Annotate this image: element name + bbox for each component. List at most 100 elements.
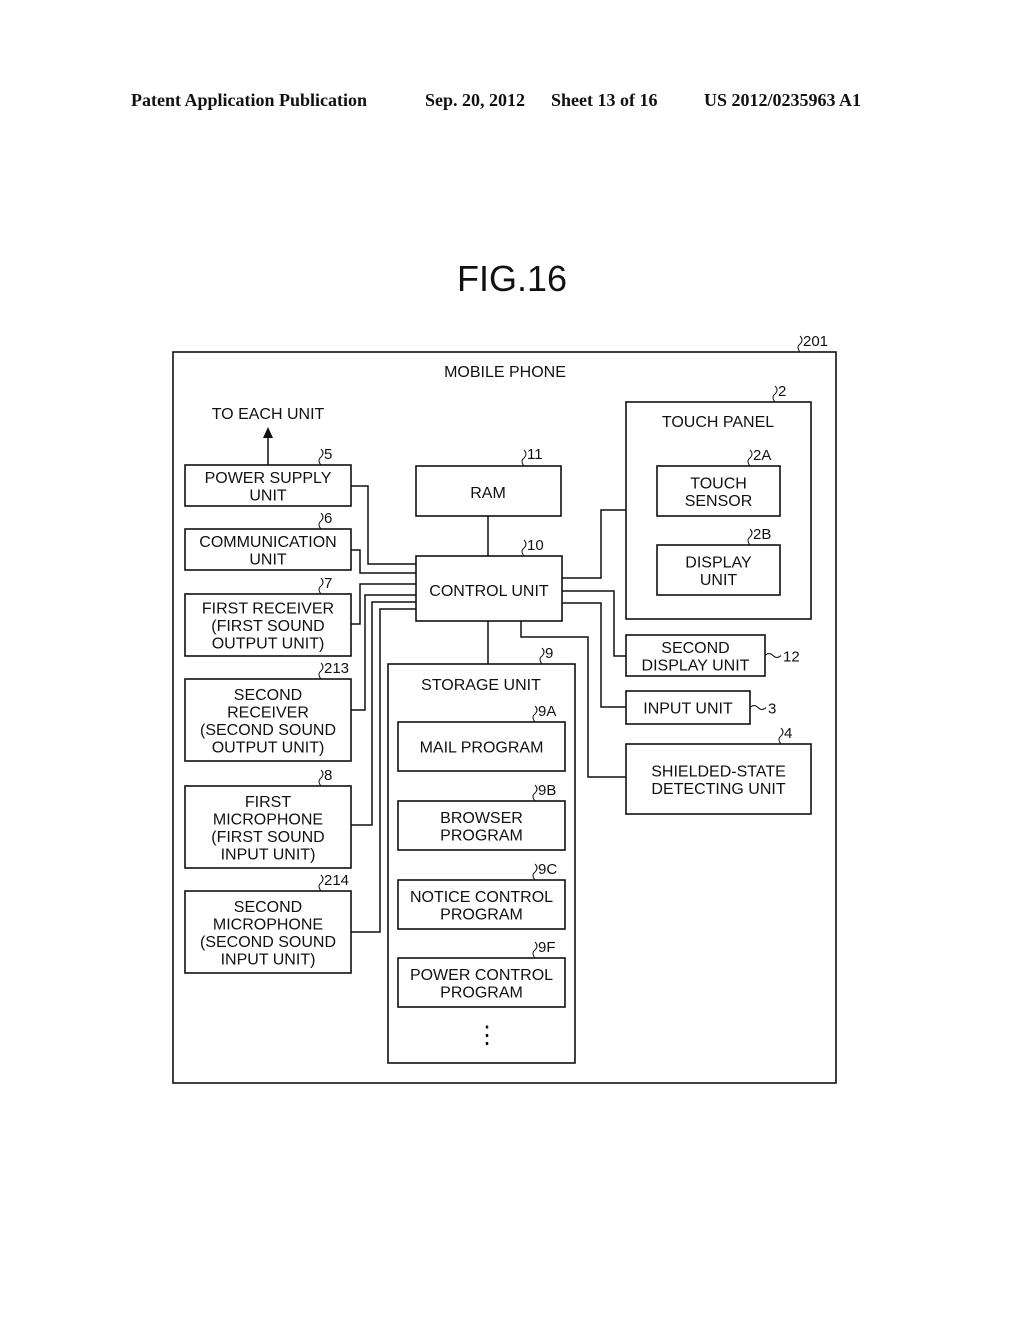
unit-mic2: SECONDMICROPHONE(SECOND SOUNDINPUT UNIT)…	[184, 872, 352, 974]
ref-9c: 9C	[538, 861, 557, 878]
input-unit: INPUT UNIT 3	[625, 690, 776, 725]
unit-comm-label-line: UNIT	[249, 551, 287, 568]
ref-9: 9	[545, 645, 553, 662]
ref-leader	[318, 874, 324, 892]
program-9f-label-line: PROGRAM	[440, 984, 523, 1001]
ref-leader	[797, 335, 803, 353]
unit-recv2: SECONDRECEIVER(SECOND SOUNDOUTPUT UNIT) 2…	[184, 660, 352, 762]
ref-leader	[749, 705, 767, 710]
ref-leader	[521, 449, 527, 467]
left-units: POWER SUPPLYUNIT5COMMUNICATIONUNIT6FIRST…	[184, 446, 352, 974]
ref-leader	[318, 512, 324, 530]
ref-leader	[521, 539, 527, 557]
ref-201: 201	[803, 333, 828, 350]
arrow-up-icon	[263, 427, 273, 438]
touch-sensor-label-line: SENSOR	[685, 493, 753, 510]
ref-213: 213	[324, 660, 349, 677]
ref-214: 214	[324, 872, 349, 889]
ref-leader	[532, 784, 538, 802]
wire-touch-panel	[562, 509, 626, 579]
block-diagram: MOBILE PHONE 201 TO EACH UNIT POWER SUPP…	[172, 333, 837, 1084]
ref-2b: 2B	[753, 526, 771, 543]
ref-leader	[539, 647, 545, 665]
ref-8: 8	[324, 767, 332, 784]
second-display-unit: SECONDDISPLAY UNIT 12	[625, 634, 800, 677]
to-each-unit-label: TO EACH UNIT	[212, 406, 325, 423]
program-9b: BROWSERPROGRAM 9B	[397, 782, 566, 851]
ref-leader	[318, 448, 324, 466]
display-unit-label-line: DISPLAY	[685, 554, 752, 571]
unit-comm: COMMUNICATIONUNIT 6	[184, 510, 352, 571]
wire-first-microphone	[351, 601, 416, 826]
program-9c-label-line: PROGRAM	[440, 906, 523, 923]
unit-comm-label-line: COMMUNICATION	[199, 534, 336, 551]
ellipsis-icon: ⋮	[475, 1022, 499, 1049]
ref-leader	[764, 653, 782, 658]
ref-7: 7	[324, 575, 332, 592]
touch-panel-label: TOUCH PANEL	[662, 414, 774, 431]
program-9a-label-line: MAIL PROGRAM	[420, 740, 544, 757]
unit-recv2-label-line: OUTPUT UNIT)	[212, 739, 325, 756]
unit-recv1-label-line: (FIRST SOUND	[211, 618, 324, 635]
ref-leader	[532, 941, 538, 959]
control-unit-label: CONTROL UNIT	[429, 583, 549, 600]
ref-leader	[318, 769, 324, 787]
unit-mic1-label-line: FIRST	[245, 794, 291, 811]
wire-second-display	[562, 590, 626, 657]
touch-sensor-label-line: TOUCH	[690, 475, 747, 492]
ref-leader	[532, 863, 538, 881]
ref-leader	[747, 528, 753, 546]
ref-11: 11	[527, 446, 543, 463]
ref-2: 2	[778, 383, 786, 400]
ref-leader	[778, 727, 784, 745]
ref-leader	[532, 705, 538, 723]
wire-first-receiver	[351, 583, 416, 625]
program-9f: POWER CONTROLPROGRAM 9F	[397, 939, 566, 1008]
wire-input-unit	[562, 602, 626, 708]
mobile-phone-label: MOBILE PHONE	[444, 364, 566, 381]
program-9f-label-line: POWER CONTROL	[410, 967, 553, 984]
input-unit-label-line: INPUT UNIT	[643, 701, 733, 718]
unit-mic2-label-line: MICROPHONE	[213, 916, 323, 933]
ref-10: 10	[527, 537, 544, 554]
ref-leader	[318, 662, 324, 680]
wire-communication	[351, 549, 416, 574]
unit-recv1-label-line: FIRST RECEIVER	[202, 601, 334, 618]
ref-9b: 9B	[538, 782, 556, 799]
program-list: MAIL PROGRAM9ABROWSERPROGRAM9BNOTICE CON…	[397, 703, 566, 1008]
unit-recv1: FIRST RECEIVER(FIRST SOUNDOUTPUT UNIT) 7	[184, 575, 352, 657]
ref-9a: 9A	[538, 703, 556, 720]
program-9c: NOTICE CONTROLPROGRAM 9C	[397, 861, 566, 930]
unit-recv2-label-line: (SECOND SOUND	[200, 722, 336, 739]
ref-6: 6	[324, 510, 332, 527]
unit-mic2-label-line: (SECOND SOUND	[200, 934, 336, 951]
second-display-unit-label-line: SECOND	[661, 640, 729, 657]
ref-12: 12	[783, 649, 800, 666]
ref-3: 3	[768, 701, 776, 718]
ref-5: 5	[324, 446, 332, 463]
program-9b-label-line: PROGRAM	[440, 827, 523, 844]
ref-9f: 9F	[538, 939, 556, 956]
unit-recv2-label-line: SECOND	[234, 687, 302, 704]
unit-mic1-label-line: INPUT UNIT)	[221, 846, 316, 863]
unit-mic1: FIRSTMICROPHONE(FIRST SOUNDINPUT UNIT) 8	[184, 767, 352, 869]
unit-recv1-label-line: OUTPUT UNIT)	[212, 636, 325, 653]
display-unit-label-line: UNIT	[700, 572, 738, 589]
unit-recv2-label-line: RECEIVER	[227, 704, 309, 721]
unit-mic2-label-line: INPUT UNIT)	[221, 951, 316, 968]
shielded-state-detecting-unit-label-line: DETECTING UNIT	[651, 781, 785, 798]
display-unit: DISPLAYUNIT 2B	[656, 526, 781, 596]
ref-2a: 2A	[753, 447, 771, 464]
ram-label: RAM	[470, 485, 506, 502]
program-9b-label-line: BROWSER	[440, 810, 523, 827]
ref-leader	[318, 577, 324, 595]
program-9c-label-line: NOTICE CONTROL	[410, 889, 553, 906]
unit-mic1-label-line: MICROPHONE	[213, 811, 323, 828]
shielded-state-detecting-unit-label-line: SHIELDED-STATE	[651, 763, 786, 780]
ref-4: 4	[784, 725, 792, 742]
program-9a: MAIL PROGRAM 9A	[397, 703, 566, 772]
ref-leader	[772, 385, 778, 403]
ref-leader	[747, 449, 753, 467]
touch-panel-subunits: TOUCHSENSOR 2A DISPLAYUNIT 2B	[656, 447, 781, 596]
shielded-state-detecting-unit: SHIELDED-STATEDETECTING UNIT 4	[625, 725, 812, 815]
